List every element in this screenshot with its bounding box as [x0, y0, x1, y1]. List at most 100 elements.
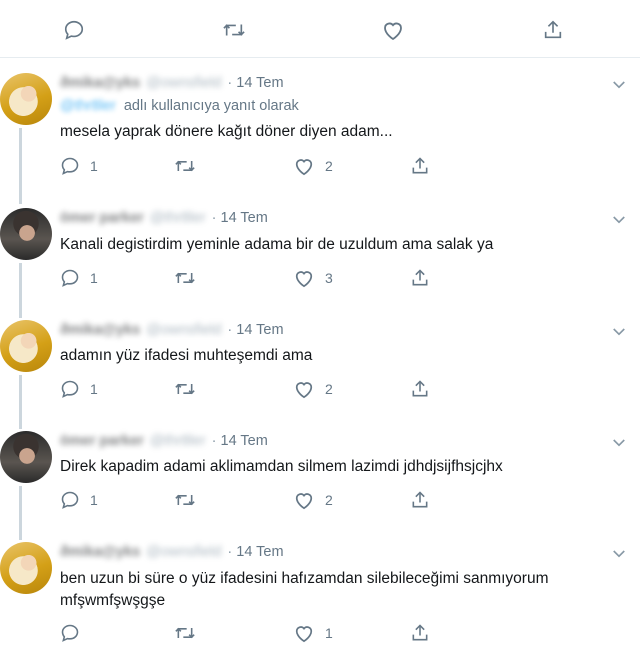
timestamp[interactable]: 14 Tem [221, 210, 268, 226]
tweet-header: ðmika@yks @ownsfield · 14 Tem [60, 322, 284, 338]
like-button[interactable]: 3 [293, 268, 333, 288]
separator: · [211, 433, 217, 449]
avatar[interactable] [0, 542, 52, 594]
like-icon [293, 379, 315, 399]
separator: · [227, 544, 233, 560]
share-icon [410, 490, 430, 510]
share-button[interactable] [410, 379, 430, 399]
like-icon [293, 623, 315, 643]
timestamp[interactable]: 14 Tem [236, 75, 283, 91]
reply-button[interactable]: 1 [60, 379, 98, 399]
avatar[interactable] [0, 320, 52, 372]
reply-label: adlı kullanıcıya yanıt olarak [123, 98, 299, 114]
separator: · [227, 322, 233, 338]
user-handle[interactable]: @thr8ler [150, 433, 206, 449]
tweet-actions: 1 2 [60, 379, 620, 399]
tweet-text: Direk kapadim adami aklimamdan silmem la… [60, 458, 503, 475]
user-handle[interactable]: @ownsfield [146, 75, 221, 91]
timestamp[interactable]: 14 Tem [236, 544, 283, 560]
tweet-actions: 1 2 [60, 490, 620, 510]
thread-line [19, 375, 22, 429]
retweet-icon [174, 268, 196, 288]
like-count: 2 [325, 381, 333, 397]
share-button[interactable] [410, 156, 430, 176]
share-icon [410, 623, 430, 643]
retweet-button[interactable] [174, 268, 206, 288]
chevron-down-icon[interactable] [610, 76, 628, 94]
share-icon [410, 379, 430, 399]
share-button[interactable] [410, 268, 430, 288]
reply-mention[interactable]: @thr8ler [60, 98, 116, 114]
user-name[interactable]: ðmika@yks [60, 322, 140, 338]
separator: · [227, 75, 233, 91]
like-count: 1 [325, 625, 333, 641]
retweet-icon [174, 490, 196, 510]
like-icon [293, 156, 315, 176]
retweet-button[interactable] [174, 156, 206, 176]
reply-button[interactable]: 1 [60, 490, 98, 510]
tweet-header: ðmika@yks @ownsfield · 14 Tem [60, 75, 284, 91]
tweet-actions: 1 [60, 623, 620, 643]
tweet-header: ömer parker @thr8ler · 14 Tem [60, 210, 268, 226]
reply-button[interactable] [60, 623, 90, 643]
tweet-actions: 1 2 [60, 156, 620, 176]
chevron-down-icon[interactable] [610, 434, 628, 452]
avatar[interactable] [0, 431, 52, 483]
reply-icon [60, 379, 80, 399]
user-name[interactable]: ðmika@yks [60, 544, 140, 560]
user-name[interactable]: ömer parker [60, 210, 144, 226]
user-name[interactable]: ömer parker [60, 433, 144, 449]
thread-line [19, 486, 22, 540]
user-handle[interactable]: @ownsfield [146, 544, 221, 560]
retweet-icon [174, 379, 196, 399]
like-button[interactable]: 2 [293, 156, 333, 176]
retweet-icon [174, 623, 196, 643]
avatar[interactable] [0, 73, 52, 125]
like-count: 3 [325, 270, 333, 286]
user-handle[interactable]: @thr8ler [150, 210, 206, 226]
reply-count: 1 [90, 158, 98, 174]
like-icon[interactable] [381, 18, 405, 42]
thread-line [19, 128, 22, 204]
retweet-button[interactable] [174, 490, 206, 510]
tweet-header: ðmika@yks @ownsfield · 14 Tem [60, 544, 284, 560]
user-name[interactable]: ðmika@yks [60, 75, 140, 91]
reply-count: 1 [90, 381, 98, 397]
timestamp[interactable]: 14 Tem [236, 322, 283, 338]
chevron-down-icon[interactable] [610, 323, 628, 341]
retweet-icon [174, 156, 196, 176]
retweet-button[interactable] [174, 379, 206, 399]
user-handle[interactable]: @ownsfield [146, 322, 221, 338]
avatar[interactable] [0, 208, 52, 260]
like-icon [293, 268, 315, 288]
share-button[interactable] [410, 490, 430, 510]
like-button[interactable]: 2 [293, 490, 333, 510]
top-action-bar [0, 0, 640, 58]
like-count: 2 [325, 158, 333, 174]
reply-icon [60, 156, 80, 176]
like-button[interactable]: 2 [293, 379, 333, 399]
tweet-header: ömer parker @thr8ler · 14 Tem [60, 433, 268, 449]
like-icon [293, 490, 315, 510]
share-icon[interactable] [541, 18, 565, 42]
share-icon [410, 156, 430, 176]
tweet-text: adamın yüz ifadesi muhteşemdi ama [60, 347, 313, 364]
chevron-down-icon[interactable] [610, 545, 628, 563]
reply-button[interactable]: 1 [60, 268, 98, 288]
tweet-text: mesela yaprak dönere kağıt döner diyen a… [60, 123, 393, 140]
retweet-icon[interactable] [222, 18, 246, 42]
reply-icon[interactable] [62, 18, 86, 42]
retweet-button[interactable] [174, 623, 206, 643]
reply-count: 1 [90, 492, 98, 508]
reply-icon [60, 623, 80, 643]
chevron-down-icon[interactable] [610, 211, 628, 229]
tweet-text: Kanali degistirdim yeminle adama bir de … [60, 236, 494, 253]
separator: · [211, 210, 217, 226]
like-button[interactable]: 1 [293, 623, 333, 643]
reply-button[interactable]: 1 [60, 156, 98, 176]
timestamp[interactable]: 14 Tem [221, 433, 268, 449]
reply-icon [60, 268, 80, 288]
reply-count: 1 [90, 270, 98, 286]
share-button[interactable] [410, 623, 430, 643]
like-count: 2 [325, 492, 333, 508]
